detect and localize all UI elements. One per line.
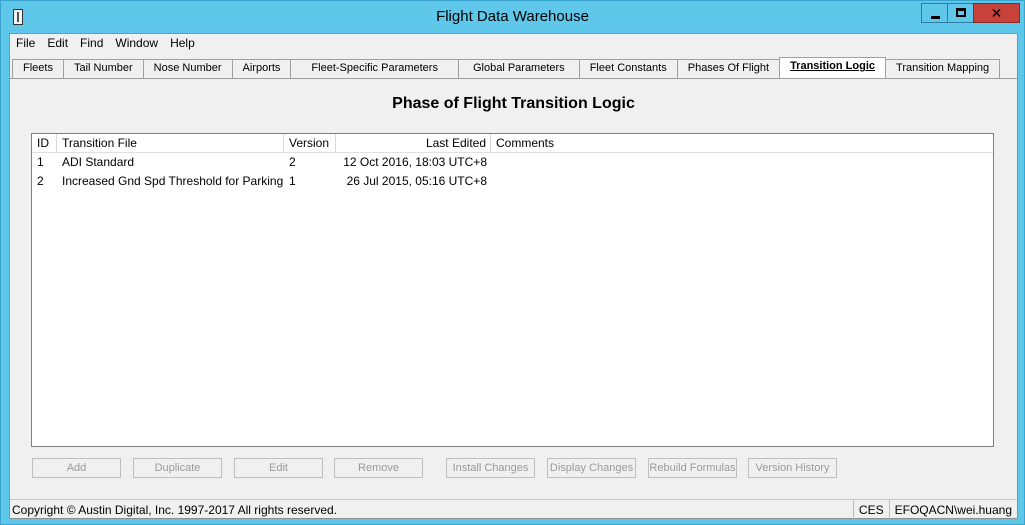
remove-button[interactable]: Remove	[334, 458, 423, 478]
column-header-last-edited[interactable]: Last Edited	[336, 134, 491, 152]
tab-tail-number[interactable]: Tail Number	[62, 59, 144, 78]
cell-id: 2	[37, 174, 44, 188]
version-history-button[interactable]: Version History	[748, 458, 837, 478]
tab-global-parameters[interactable]: Global Parameters	[457, 59, 580, 78]
tab-fleets[interactable]: Fleets	[12, 59, 64, 78]
column-header-id[interactable]: ID	[32, 134, 57, 152]
close-button[interactable]: ✕	[973, 3, 1020, 23]
install-changes-button[interactable]: Install Changes	[446, 458, 535, 478]
status-user: EFOQACN\wei.huang	[888, 500, 1017, 519]
maximize-button[interactable]	[947, 3, 974, 23]
status-bar: Copyright © Austin Digital, Inc. 1997-20…	[10, 499, 1017, 519]
column-header-transition-file[interactable]: Transition File	[57, 134, 284, 152]
tab-nose-number[interactable]: Nose Number	[142, 59, 233, 78]
menu-bar: File Edit Find Window Help	[10, 34, 201, 54]
close-icon: ✕	[990, 5, 1003, 21]
minimize-icon	[931, 16, 940, 19]
menu-find[interactable]: Find	[74, 34, 109, 54]
cell-comments	[491, 172, 993, 191]
status-mode: CES	[852, 500, 889, 519]
cell-last-edited: 26 Jul 2015, 05:16 UTC+8	[346, 174, 487, 188]
menu-file[interactable]: File	[10, 34, 41, 54]
cell-version: 2	[289, 155, 296, 169]
cell-id: 1	[37, 155, 44, 169]
cell-transition-file: ADI Standard	[62, 155, 135, 169]
cell-transition-file: Increased Gnd Spd Threshold for Parking	[62, 174, 284, 188]
duplicate-button[interactable]: Duplicate	[133, 458, 222, 478]
cell-comments	[491, 153, 993, 172]
column-header-version[interactable]: Version	[284, 134, 336, 152]
table-row[interactable]: 2 Increased Gnd Spd Threshold for Parkin…	[32, 172, 993, 191]
transition-table[interactable]: ID Transition File Version Last Edited C…	[31, 133, 994, 447]
tab-fleet-specific-parameters[interactable]: Fleet-Specific Parameters	[290, 59, 459, 78]
display-changes-button[interactable]: Display Changes	[547, 458, 636, 478]
tab-transition-mapping[interactable]: Transition Mapping	[885, 59, 1001, 78]
menu-window[interactable]: Window	[109, 34, 164, 54]
tab-airports[interactable]: Airports	[231, 59, 292, 78]
cell-version: 1	[289, 174, 296, 188]
maximize-icon	[956, 8, 966, 17]
window-controls: ✕	[921, 3, 1020, 23]
add-button[interactable]: Add	[32, 458, 121, 478]
panel-title: Phase of Flight Transition Logic	[392, 95, 635, 112]
rebuild-formulas-button[interactable]: Rebuild Formulas	[648, 458, 737, 478]
tab-phases-of-flight[interactable]: Phases Of Flight	[676, 59, 781, 78]
table-header: ID Transition File Version Last Edited C…	[32, 134, 993, 153]
edit-button[interactable]: Edit	[234, 458, 323, 478]
title-bar[interactable]: Flight Data Warehouse ✕	[1, 1, 1024, 33]
tab-transition-logic[interactable]: Transition Logic	[779, 57, 887, 78]
tab-fleet-constants[interactable]: Fleet Constants	[578, 59, 678, 78]
tab-strip: Fleets Tail Number Nose Number Airports …	[12, 57, 1001, 79]
tab-panel-transition-logic: Phase of Flight Transition Logic ID Tran…	[10, 78, 1017, 496]
column-header-comments[interactable]: Comments	[491, 134, 993, 152]
app-window: Flight Data Warehouse ✕ File Edit Find W…	[0, 0, 1025, 525]
menu-edit[interactable]: Edit	[41, 34, 74, 54]
cell-last-edited: 12 Oct 2016, 18:03 UTC+8	[343, 155, 487, 169]
table-row[interactable]: 1 ADI Standard 2 12 Oct 2016, 18:03 UTC+…	[32, 153, 993, 172]
client-area: File Edit Find Window Help Fleets Tail N…	[9, 33, 1018, 519]
window-title: Flight Data Warehouse	[436, 8, 589, 25]
copyright-text: Copyright © Austin Digital, Inc. 1997-20…	[12, 503, 338, 517]
menu-help[interactable]: Help	[164, 34, 201, 54]
status-fields: CES EFOQACN\wei.huang	[852, 500, 1017, 519]
minimize-button[interactable]	[921, 3, 948, 23]
